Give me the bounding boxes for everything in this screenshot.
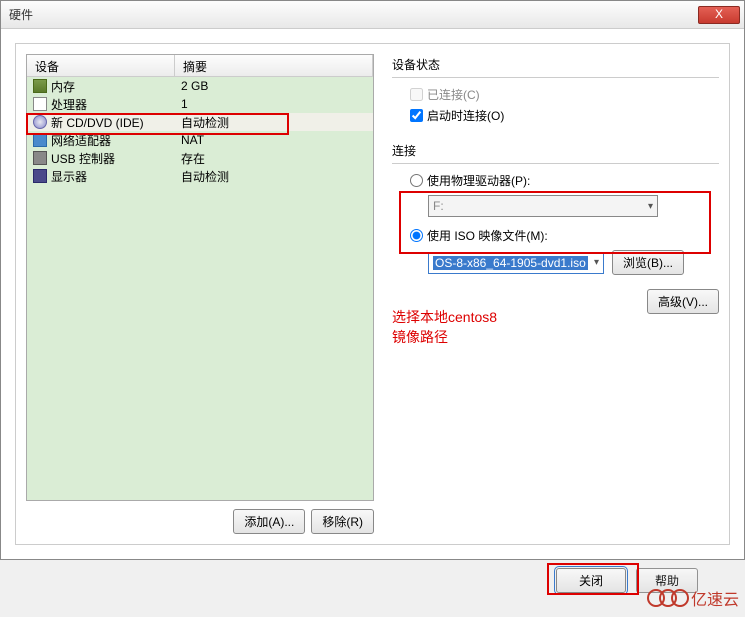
connection-group-label: 连接 bbox=[392, 142, 719, 159]
physical-drive-value: F: bbox=[433, 199, 444, 213]
close-button[interactable]: X bbox=[698, 6, 740, 24]
connect-on-start-checkbox[interactable] bbox=[410, 109, 423, 122]
device-summary: 2 GB bbox=[175, 79, 373, 93]
physical-drive-radio[interactable] bbox=[410, 174, 423, 187]
connected-label: 已连接(C) bbox=[427, 86, 480, 103]
table-row[interactable]: 网络适配器 NAT bbox=[27, 131, 373, 149]
iso-path-combo[interactable]: OS-8-x86_64-1905-dvd1.iso ▾ bbox=[428, 252, 604, 274]
device-summary: 存在 bbox=[175, 150, 373, 167]
browse-button[interactable]: 浏览(B)... bbox=[612, 250, 684, 275]
device-summary: 1 bbox=[175, 97, 373, 111]
chevron-down-icon: ▾ bbox=[594, 257, 599, 268]
table-row[interactable]: 内存 2 GB bbox=[27, 77, 373, 95]
device-summary: 自动检测 bbox=[175, 168, 373, 185]
connect-on-start-label: 启动时连接(O) bbox=[427, 107, 504, 124]
connected-checkbox bbox=[410, 88, 423, 101]
table-header: 设备 摘要 bbox=[27, 55, 373, 77]
column-header-device[interactable]: 设备 bbox=[27, 55, 175, 76]
device-summary: 自动检测 bbox=[175, 114, 373, 131]
iso-path-value: OS-8-x86_64-1905-dvd1.iso bbox=[433, 256, 588, 270]
window-title: 硬件 bbox=[5, 6, 33, 23]
device-name: USB 控制器 bbox=[51, 150, 115, 167]
display-icon bbox=[33, 169, 47, 183]
iso-file-label: 使用 ISO 映像文件(M): bbox=[427, 227, 548, 244]
watermark-logo-icon bbox=[647, 585, 689, 611]
device-name: 网络适配器 bbox=[51, 132, 111, 149]
device-table: 设备 摘要 内存 2 GB 处理器 1 bbox=[26, 54, 374, 501]
cpu-icon bbox=[33, 97, 47, 111]
status-group-label: 设备状态 bbox=[392, 56, 719, 73]
chevron-down-icon: ▾ bbox=[648, 201, 653, 212]
remove-button[interactable]: 移除(R) bbox=[311, 509, 374, 534]
column-header-summary[interactable]: 摘要 bbox=[175, 55, 373, 76]
usb-icon bbox=[33, 151, 47, 165]
device-name: 内存 bbox=[51, 78, 75, 95]
physical-drive-label: 使用物理驱动器(P): bbox=[427, 172, 530, 189]
annotation-text: 选择本地centos8 镜像路径 bbox=[392, 307, 497, 347]
network-icon bbox=[33, 133, 47, 147]
add-button[interactable]: 添加(A)... bbox=[233, 509, 305, 534]
physical-drive-combo: F: ▾ bbox=[428, 195, 658, 217]
titlebar: 硬件 X bbox=[1, 1, 744, 29]
watermark-text: 亿速云 bbox=[691, 586, 739, 610]
watermark: 亿速云 bbox=[647, 585, 739, 611]
device-name: 显示器 bbox=[51, 168, 87, 185]
advanced-button[interactable]: 高级(V)... bbox=[647, 289, 719, 314]
table-row[interactable]: 新 CD/DVD (IDE) 自动检测 bbox=[27, 113, 373, 131]
close-dialog-button[interactable]: 关闭 bbox=[556, 568, 626, 593]
table-row[interactable]: USB 控制器 存在 bbox=[27, 149, 373, 167]
table-row[interactable]: 处理器 1 bbox=[27, 95, 373, 113]
device-name: 新 CD/DVD (IDE) bbox=[51, 114, 144, 131]
memory-icon bbox=[33, 79, 47, 93]
table-row[interactable]: 显示器 自动检测 bbox=[27, 167, 373, 185]
dvd-icon bbox=[33, 115, 47, 129]
iso-file-radio[interactable] bbox=[410, 229, 423, 242]
device-summary: NAT bbox=[175, 133, 373, 147]
device-name: 处理器 bbox=[51, 96, 87, 113]
